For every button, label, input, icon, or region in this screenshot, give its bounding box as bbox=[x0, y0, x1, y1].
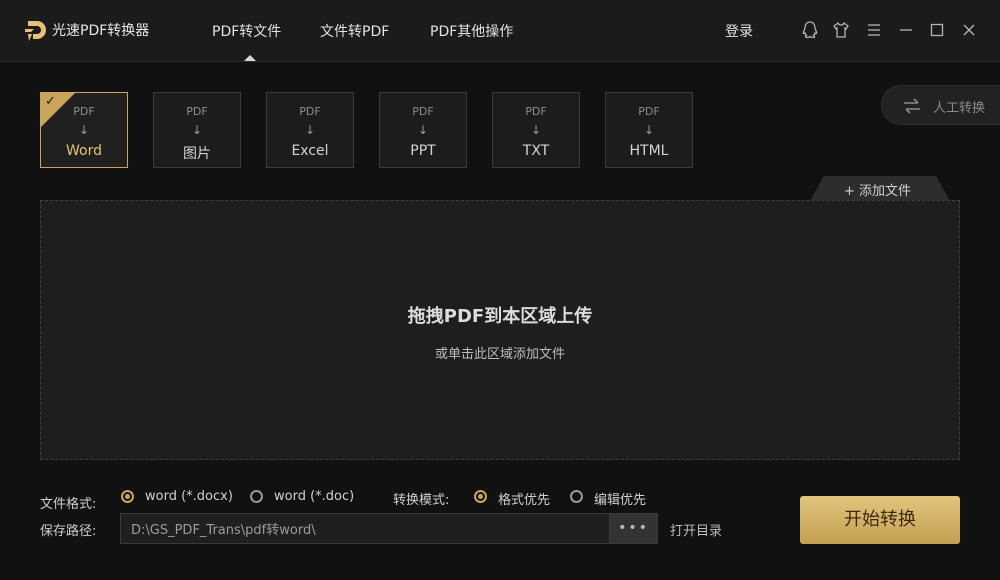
arrow-down-icon: ↓ bbox=[530, 123, 542, 137]
active-tab-indicator bbox=[244, 55, 256, 61]
manual-convert-button[interactable]: 人工转换 bbox=[881, 85, 1000, 125]
app-name: 光速PDF转换器 bbox=[52, 23, 150, 39]
format-target-label: TXT bbox=[522, 143, 550, 159]
start-convert-button[interactable]: 开始转换 bbox=[800, 496, 960, 544]
login-link[interactable]: 登录 bbox=[725, 21, 753, 41]
radio-edit-priority-label[interactable]: 编辑优先 bbox=[594, 489, 646, 508]
radio-doc[interactable] bbox=[250, 490, 263, 503]
file-format-label: 文件格式: bbox=[40, 497, 97, 512]
add-file-text: 添加文件 bbox=[859, 184, 912, 199]
format-target-label: Excel bbox=[291, 143, 329, 159]
format-source-label: PDF bbox=[525, 105, 547, 118]
close-icon[interactable] bbox=[959, 20, 979, 40]
browse-button[interactable]: ••• bbox=[609, 513, 658, 544]
radio-doc-label[interactable]: word (*.doc) bbox=[274, 489, 354, 504]
format-card-word[interactable]: ✓ PDF ↓ Word bbox=[40, 92, 128, 168]
menu-icon[interactable] bbox=[864, 20, 884, 40]
format-card-excel[interactable]: PDF ↓ Excel bbox=[266, 92, 354, 168]
format-source-label: PDF bbox=[73, 105, 95, 118]
save-path-label: 保存路径: bbox=[40, 524, 97, 539]
minimize-icon[interactable] bbox=[896, 20, 916, 40]
arrow-down-icon: ↓ bbox=[304, 123, 316, 137]
tab-pdf-other[interactable]: PDF其他操作 bbox=[430, 21, 513, 41]
format-target-label: Word bbox=[66, 143, 102, 159]
format-card-txt[interactable]: PDF ↓ TXT bbox=[492, 92, 580, 168]
maximize-icon[interactable] bbox=[927, 20, 947, 40]
arrow-down-icon: ↓ bbox=[643, 123, 655, 137]
tab-pdf-to-file[interactable]: PDF转文件 bbox=[212, 21, 281, 41]
format-card-image[interactable]: PDF ↓ 图片 bbox=[153, 92, 241, 168]
arrow-down-icon: ↓ bbox=[78, 123, 90, 137]
format-source-label: PDF bbox=[638, 105, 660, 118]
arrow-down-icon: ↓ bbox=[191, 123, 203, 137]
format-source-label: PDF bbox=[412, 105, 434, 118]
format-card-html[interactable]: PDF ↓ HTML bbox=[605, 92, 693, 168]
arrow-down-icon: ↓ bbox=[417, 123, 429, 137]
manual-convert-label: 人工转换 bbox=[933, 101, 986, 116]
title-bar: 光速PDF转换器 PDF转文件 文件转PDF PDF其他操作 登录 bbox=[0, 0, 1000, 62]
tab-file-to-pdf[interactable]: 文件转PDF bbox=[320, 21, 389, 41]
radio-format-priority[interactable] bbox=[474, 490, 487, 503]
open-directory-link[interactable]: 打开目录 bbox=[670, 520, 722, 539]
app-logo-icon bbox=[25, 21, 46, 41]
skin-icon[interactable] bbox=[831, 20, 851, 40]
plus-icon: + bbox=[844, 184, 855, 199]
qq-icon[interactable] bbox=[800, 20, 820, 40]
save-path-input[interactable] bbox=[120, 513, 610, 544]
radio-docx[interactable] bbox=[121, 490, 134, 503]
format-target-label: 图片 bbox=[183, 146, 211, 162]
drop-zone-subtitle: 或单击此区域添加文件 bbox=[434, 347, 565, 362]
add-file-label: + 添加文件 bbox=[844, 180, 911, 199]
radio-format-priority-label[interactable]: 格式优先 bbox=[498, 489, 550, 508]
format-target-label: HTML bbox=[629, 143, 669, 159]
radio-docx-label[interactable]: word (*.docx) bbox=[145, 489, 233, 504]
drop-zone[interactable]: 拖拽PDF到本区域上传 或单击此区域添加文件 bbox=[40, 200, 960, 460]
drop-zone-title: 拖拽PDF到本区域上传 bbox=[407, 306, 593, 327]
format-source-label: PDF bbox=[186, 105, 208, 118]
format-source-label: PDF bbox=[299, 105, 321, 118]
radio-edit-priority[interactable] bbox=[570, 490, 583, 503]
format-target-label: PPT bbox=[410, 143, 436, 159]
convert-mode-label: 转换模式: bbox=[393, 493, 450, 508]
swap-arrows-icon bbox=[904, 98, 920, 114]
format-card-ppt[interactable]: PDF ↓ PPT bbox=[379, 92, 467, 168]
add-file-button[interactable]: + 添加文件 bbox=[810, 176, 950, 201]
